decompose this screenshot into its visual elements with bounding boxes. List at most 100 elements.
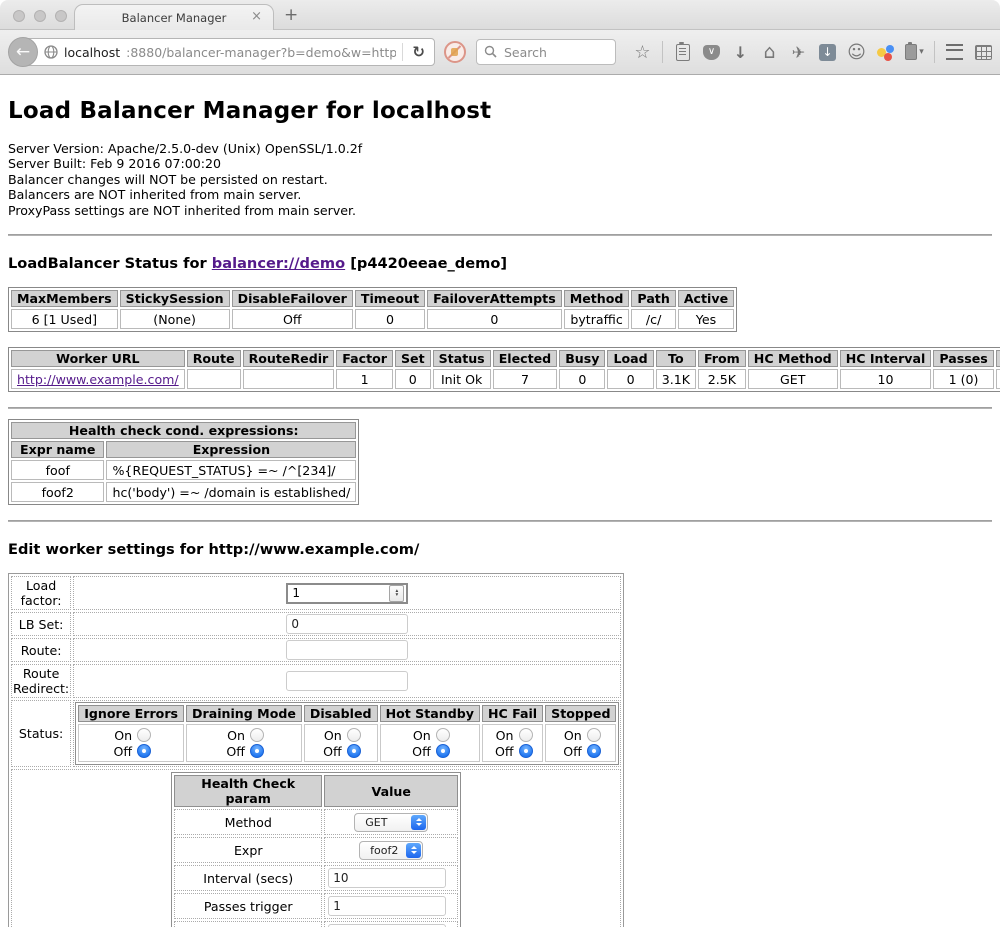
- balancer-header-cell: FailoverAttempts: [427, 290, 562, 307]
- url-bar[interactable]: localhost:8880/balancer-manager?b=demo&w…: [23, 38, 435, 66]
- colored-dots-icon: [877, 44, 895, 61]
- save-page-icon[interactable]: ↓: [813, 37, 842, 67]
- table-cell: Off: [232, 309, 353, 329]
- worker-header-cell: Elected: [493, 350, 558, 367]
- hello-smiley-icon[interactable]: ☺: [842, 37, 871, 67]
- fails-label: Fails trigger): [174, 921, 322, 927]
- table-cell: foof2: [11, 482, 104, 502]
- hamburger-lines-icon: [946, 44, 963, 60]
- session-clipboard-icon[interactable]: ▾: [900, 37, 929, 67]
- send-tab-icon[interactable]: ✈: [784, 37, 813, 67]
- expr-header-cell: Expr name: [11, 441, 104, 458]
- close-window-button[interactable]: [13, 10, 25, 22]
- radio-label: Off: [561, 744, 582, 759]
- balancer-header-cell: Path: [631, 290, 675, 307]
- radio-off-selected[interactable]: [137, 744, 151, 758]
- expr-selected-value: foof2: [370, 844, 398, 857]
- bookmark-star-icon[interactable]: ☆: [628, 37, 657, 67]
- load-factor-input[interactable]: 1 ▴▾: [286, 583, 408, 604]
- tab-title: Balancer Manager: [122, 11, 227, 25]
- radio-on[interactable]: [137, 728, 151, 742]
- worker-status-table: Worker URLRouteRouteRedirFactorSetStatus…: [8, 347, 1000, 392]
- chevron-down-icon: ▾: [919, 47, 924, 57]
- worker-url-link[interactable]: http://www.example.com/: [17, 372, 179, 387]
- home-icon[interactable]: ⌂: [755, 37, 784, 67]
- balancer-header-cell: Timeout: [355, 290, 425, 307]
- page-title: Load Balancer Manager for localhost: [8, 98, 992, 124]
- radio-on[interactable]: [347, 728, 361, 742]
- radio-off-selected[interactable]: [347, 744, 361, 758]
- worker-header-cell: Factor: [336, 350, 393, 367]
- lb-status-heading: LoadBalancer Status for balancer://demo …: [8, 255, 992, 272]
- balancer-header-row: MaxMembersStickySessionDisableFailoverTi…: [11, 290, 734, 307]
- radio-off-selected[interactable]: [250, 744, 264, 758]
- radio-on[interactable]: [519, 728, 533, 742]
- worker-body: http://www.example.com/10Init Ok7003.1K2…: [11, 369, 1000, 389]
- worker-header-cell: HC Method: [748, 350, 838, 367]
- lb-set-input[interactable]: [286, 614, 408, 634]
- passes-label: Passes trigger: [174, 893, 322, 919]
- balancer-header-cell: Method: [564, 290, 630, 307]
- passes-input[interactable]: [328, 896, 446, 916]
- search-box[interactable]: [476, 39, 616, 65]
- table-cell: 3.1K: [656, 369, 696, 389]
- load-factor-label: Load factor:: [11, 576, 71, 610]
- table-cell: http://www.example.com/: [11, 369, 185, 389]
- interval-input[interactable]: [328, 868, 446, 888]
- radio-label: Off: [111, 744, 132, 759]
- zoom-window-button[interactable]: [55, 10, 67, 22]
- table-cell: 0: [607, 369, 653, 389]
- navigation-toolbar: ← localhost:8880/balancer-manager?b=demo…: [0, 30, 1000, 75]
- radio-on[interactable]: [250, 728, 264, 742]
- form-row-health-check: Health Check paramValue Method GET Expr: [11, 769, 621, 927]
- browser-tab[interactable]: Balancer Manager ×: [74, 4, 274, 30]
- tab-close-icon[interactable]: ×: [251, 9, 262, 25]
- status-column-header: Ignore Errors: [78, 705, 184, 722]
- radio-on[interactable]: [587, 728, 601, 742]
- radio-label: On: [561, 728, 582, 743]
- table-row: foof2hc('body') =~ /domain is establishe…: [11, 482, 356, 502]
- content-blocked-icon[interactable]: [444, 41, 466, 63]
- minimize-window-button[interactable]: [34, 10, 46, 22]
- extension-dots-icon[interactable]: [871, 37, 900, 67]
- method-select[interactable]: GET: [354, 813, 428, 832]
- table-cell: 10: [840, 369, 932, 389]
- page-content: Load Balancer Manager for localhost Serv…: [0, 75, 1000, 927]
- status-table: Ignore ErrorsDraining ModeDisabledHot St…: [75, 702, 619, 765]
- route-redirect-input[interactable]: [286, 671, 408, 691]
- radio-off-selected[interactable]: [436, 744, 450, 758]
- status-column-header: Disabled: [304, 705, 378, 722]
- downloads-icon[interactable]: ↓: [726, 37, 755, 67]
- lb-set-label: LB Set:: [11, 612, 71, 636]
- search-input[interactable]: [502, 44, 608, 61]
- toolbar-divider: [662, 41, 663, 63]
- status-label: Status:: [11, 700, 71, 767]
- reload-button[interactable]: ↻: [409, 43, 428, 61]
- expressions-table: Health check cond. expressions: Expr nam…: [8, 419, 359, 505]
- tiles-grid-icon[interactable]: [969, 37, 998, 67]
- reading-list-icon[interactable]: [668, 37, 697, 67]
- new-tab-button[interactable]: +: [284, 5, 298, 25]
- route-input[interactable]: [286, 640, 408, 660]
- radio-off-selected[interactable]: [587, 744, 601, 758]
- server-info-line: Balancers are NOT inherited from main se…: [8, 187, 992, 202]
- expr-select[interactable]: foof2: [359, 841, 423, 860]
- radio-off-selected[interactable]: [519, 744, 533, 758]
- table-cell: (None): [120, 309, 230, 329]
- hc-row-fails: Fails trigger): [174, 921, 458, 927]
- back-button[interactable]: ←: [8, 37, 38, 67]
- worker-header-cell: Set: [395, 350, 431, 367]
- form-row-load-factor: Load factor: 1 ▴▾: [11, 576, 621, 610]
- stepper-down-icon[interactable]: ▾: [395, 593, 398, 597]
- number-stepper-icon[interactable]: ▴▾: [389, 585, 404, 602]
- menu-hamburger-icon[interactable]: [940, 37, 969, 67]
- pocket-icon[interactable]: ∨: [697, 37, 726, 67]
- lb-set-cell: [73, 612, 621, 636]
- status-column-header: Hot Standby: [380, 705, 480, 722]
- worker-header-cell: Worker URL: [11, 350, 185, 367]
- radio-on[interactable]: [436, 728, 450, 742]
- balancer-demo-link[interactable]: balancer://demo: [212, 255, 345, 272]
- table-cell: %{REQUEST_STATUS} =~ /^[234]/: [106, 460, 356, 480]
- balancer-header-cell: DisableFailover: [232, 290, 353, 307]
- title-bar: Balancer Manager × +: [0, 0, 1000, 30]
